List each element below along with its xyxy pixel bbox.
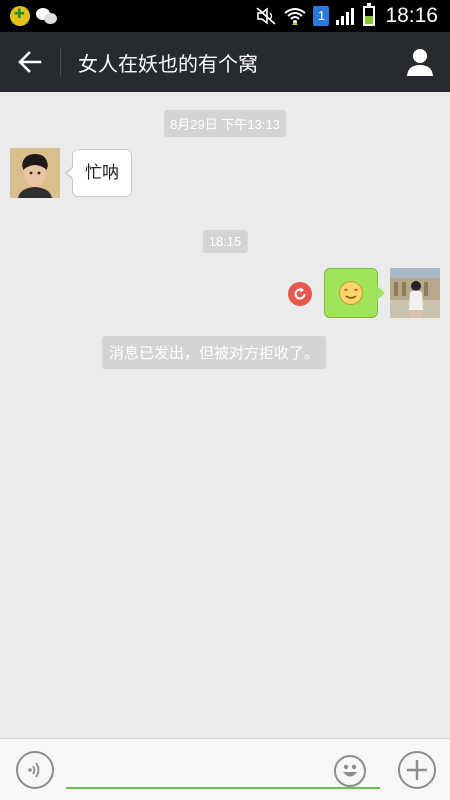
emoji-heart-eyes-icon: [339, 281, 363, 305]
timestamp: 18:15: [202, 230, 248, 253]
voice-icon: [28, 762, 40, 778]
app-notification-icon: [10, 6, 30, 26]
wifi-icon: [284, 8, 307, 25]
resend-button[interactable]: [288, 282, 312, 306]
signal-icon: [336, 8, 355, 25]
voice-input-button[interactable]: [16, 751, 54, 789]
incoming-message-text: 忙呐: [85, 163, 119, 183]
notification-area: [10, 6, 58, 26]
mute-icon: [256, 7, 276, 25]
person-icon: [407, 49, 433, 76]
resend-icon: [294, 287, 306, 300]
my-avatar-image: [390, 268, 440, 318]
profile-button[interactable]: [404, 46, 436, 78]
system-status-area: 1 18:16: [255, 3, 438, 28]
system-notice: 消息已发出，但被对方拒收了。: [102, 336, 327, 369]
clock: 18:16: [385, 4, 438, 27]
my-avatar[interactable]: [390, 268, 440, 318]
back-button[interactable]: [10, 44, 50, 80]
wechat-icon: [36, 6, 58, 26]
emoji-icon: [343, 764, 357, 777]
contact-avatar-image: [10, 148, 60, 198]
input-bar: [0, 738, 450, 800]
arrow-left-icon: [18, 51, 42, 73]
contact-avatar[interactable]: [10, 148, 60, 198]
timestamp: 8月29日 下午13:13: [164, 110, 286, 137]
outgoing-message-bubble[interactable]: [324, 268, 385, 318]
emoji-button[interactable]: [334, 755, 366, 787]
chat-title: 女人在妖也的有个窝: [78, 52, 258, 76]
header-divider: [60, 48, 61, 76]
chat-header: 女人在妖也的有个窝: [0, 32, 450, 92]
battery-icon: [363, 3, 376, 26]
plus-icon: [407, 760, 427, 780]
chat-area[interactable]: 8月29日 下午13:13 忙呐 18:15 消息已发出，但被对方拒收了。: [0, 92, 450, 738]
status-bar: 1 18:16: [0, 0, 450, 32]
incoming-message-bubble[interactable]: 忙呐: [65, 149, 132, 197]
plus-button[interactable]: [398, 751, 436, 789]
message-input[interactable]: [66, 753, 380, 789]
sim-slot-indicator: 1: [313, 6, 330, 26]
